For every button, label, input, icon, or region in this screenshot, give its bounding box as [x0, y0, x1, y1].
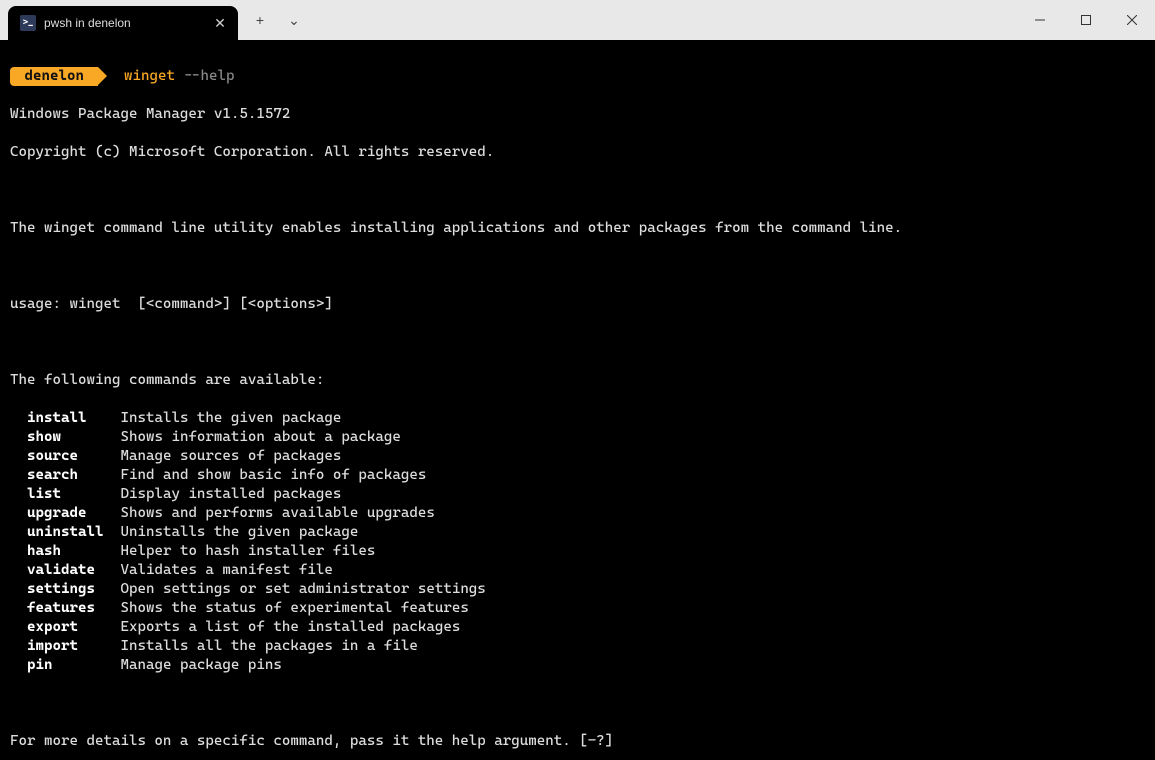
close-window-button[interactable] [1109, 0, 1155, 40]
output-line [10, 257, 1145, 276]
command-row: upgrade Shows and performs available upg… [10, 504, 1145, 523]
titlebar-drag-area[interactable] [310, 0, 1017, 40]
command-row: source Manage sources of packages [10, 447, 1145, 466]
terminal-tab[interactable]: >_ pwsh in denelon ✕ [8, 6, 238, 40]
tab-dropdown-button[interactable]: ⌄ [278, 5, 310, 35]
output-line [10, 181, 1145, 200]
output-line: The following commands are available: [10, 371, 1145, 390]
new-tab-button[interactable]: + [244, 5, 276, 35]
command-row: validate Validates a manifest file [10, 561, 1145, 580]
output-line: The winget command line utility enables … [10, 219, 1145, 238]
minimize-icon [1035, 15, 1045, 25]
output-line [10, 694, 1145, 713]
command-row: hash Helper to hash installer files [10, 542, 1145, 561]
command-row: import Installs all the packages in a fi… [10, 637, 1145, 656]
minimize-button[interactable] [1017, 0, 1063, 40]
command-row: features Shows the status of experimenta… [10, 599, 1145, 618]
maximize-button[interactable] [1063, 0, 1109, 40]
command-row: search Find and show basic info of packa… [10, 466, 1145, 485]
terminal-body[interactable]: denelon winget --help Windows Package Ma… [0, 40, 1155, 760]
command-row: export Exports a list of the installed p… [10, 618, 1145, 637]
output-line: Copyright (c) Microsoft Corporation. All… [10, 143, 1145, 162]
command-row: install Installs the given package [10, 409, 1145, 428]
commands-list: install Installs the given package show … [10, 409, 1145, 675]
command-row: uninstall Uninstalls the given package [10, 523, 1145, 542]
command-arg: --help [183, 68, 234, 84]
titlebar: >_ pwsh in denelon ✕ + ⌄ [0, 0, 1155, 40]
command-row: show Shows information about a package [10, 428, 1145, 447]
output-line [10, 333, 1145, 352]
command-text: winget [124, 68, 175, 84]
tab-title: pwsh in denelon [44, 16, 204, 30]
output-line: For more details on a specific command, … [10, 732, 1145, 751]
output-line: usage: winget [<command>] [<options>] [10, 295, 1145, 314]
prompt-line: denelon winget --help [10, 67, 1145, 86]
command-row: list Display installed packages [10, 485, 1145, 504]
tab-close-button[interactable]: ✕ [212, 15, 228, 31]
prompt-user-badge: denelon [10, 67, 98, 86]
command-row: settings Open settings or set administra… [10, 580, 1145, 599]
close-icon [1127, 15, 1137, 25]
command-row: pin Manage package pins [10, 656, 1145, 675]
output-line: Windows Package Manager v1.5.1572 [10, 105, 1145, 124]
maximize-icon [1081, 15, 1091, 25]
powershell-icon: >_ [20, 15, 36, 31]
